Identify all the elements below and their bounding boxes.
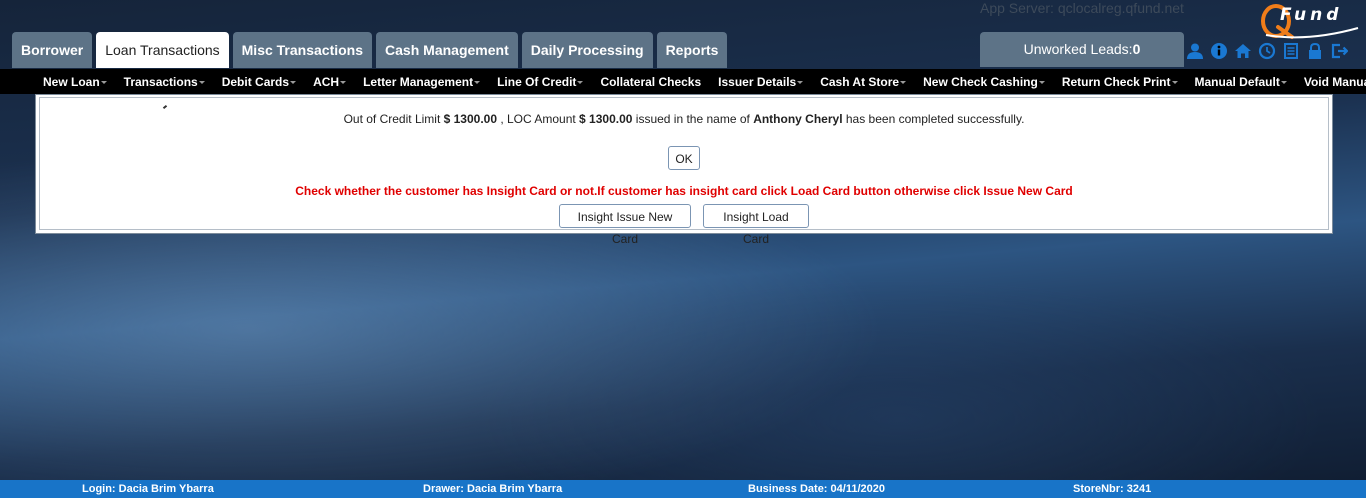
- tab-reports[interactable]: Reports: [656, 32, 728, 68]
- lock-icon[interactable]: [1306, 42, 1324, 60]
- footer-store-number: StoreNbr: 3241: [1073, 483, 1152, 495]
- insight-card-warning: Check whether the customer has Insight C…: [295, 184, 1073, 198]
- submenu-return-check-print-label: Return Check Print: [1061, 74, 1171, 89]
- submenu-letter-management-label: Letter Management: [363, 74, 474, 89]
- submenu-cash-at-store-label: Cash At Store: [820, 74, 900, 89]
- tab-loan-transactions[interactable]: Loan Transactions: [96, 32, 229, 68]
- message-text: Out of Credit Limit: [343, 112, 444, 126]
- document-icon[interactable]: [1282, 42, 1300, 60]
- tab-cash-management[interactable]: Cash Management: [376, 32, 518, 68]
- success-message: Out of Credit Limit $ 1300.00 , LOC Amou…: [40, 112, 1328, 126]
- footer-business-date: Business Date: 04/11/2020: [748, 483, 885, 495]
- confirmation-panel-frame: Out of Credit Limit $ 1300.00 , LOC Amou…: [39, 97, 1329, 246]
- chevron-down-icon: [797, 80, 804, 84]
- info-icon[interactable]: [1210, 42, 1228, 60]
- submenu-ach[interactable]: ACH: [313, 74, 347, 89]
- chevron-down-icon: [198, 80, 205, 84]
- home-icon[interactable]: [1234, 42, 1252, 60]
- chevron-down-icon: [577, 80, 584, 84]
- message-text: issued in the name of: [632, 112, 754, 126]
- chevron-down-icon: [1038, 80, 1045, 84]
- submenu-new-loan[interactable]: New Loan: [43, 75, 107, 89]
- submenu-return-check-print[interactable]: Return Check Print: [1062, 75, 1178, 89]
- credit-limit-value: $ 1300.00: [443, 112, 497, 126]
- submenu-cash-at-store[interactable]: Cash At Store: [820, 74, 907, 89]
- unworked-leads-count: 0: [1132, 41, 1141, 57]
- clock-icon[interactable]: [1258, 42, 1276, 60]
- chevron-down-icon: [1171, 80, 1178, 84]
- submenu-line-of-credit[interactable]: Line Of Credit: [497, 74, 584, 89]
- submenu-debit-cards[interactable]: Debit Cards: [221, 74, 297, 89]
- unworked-leads[interactable]: Unworked Leads:0: [980, 32, 1184, 67]
- submenu-new-loan-label: New Loan: [43, 74, 100, 89]
- submenu-debit-cards-label: Debit Cards: [221, 74, 290, 89]
- message-text: , LOC Amount: [497, 112, 580, 126]
- stray-mark: [162, 104, 168, 110]
- submenu-void-manual-default[interactable]: Void Manual Default: [1304, 75, 1366, 89]
- submenu-issuer-details-label: Issuer Details: [718, 74, 797, 89]
- submenu-manual-default[interactable]: Manual Default: [1195, 75, 1287, 89]
- chevron-down-icon: [474, 80, 481, 84]
- submenu-void-manual-default-label: Void Manual Default: [1303, 74, 1366, 89]
- insight-load-card-button[interactable]: Insight Load Card: [703, 204, 809, 246]
- loc-amount-value: $ 1300.00: [579, 112, 633, 126]
- submenu-new-check-cashing[interactable]: New Check Cashing: [923, 75, 1045, 89]
- header-icon-bar: [1186, 42, 1348, 60]
- tab-misc-transactions[interactable]: Misc Transactions: [232, 32, 373, 68]
- chevron-down-icon: [1280, 80, 1287, 84]
- submenu-ach-label: ACH: [313, 74, 340, 89]
- customer-name: Anthony Cheryl: [753, 112, 843, 126]
- submenu-letter-management[interactable]: Letter Management: [363, 74, 481, 89]
- submenu-transactions-label: Transactions: [123, 74, 198, 89]
- sub-navigation: New Loan Transactions Debit Cards ACH Le…: [0, 69, 1366, 94]
- tab-daily-processing[interactable]: Daily Processing: [521, 32, 653, 68]
- app-server-label: App Server: qclocalreg.qfund.net: [980, 0, 1184, 16]
- tab-borrower[interactable]: Borrower: [12, 32, 93, 68]
- logout-icon[interactable]: [1330, 42, 1348, 60]
- submenu-collateral-checks[interactable]: Collateral Checks: [600, 75, 701, 89]
- footer-drawer: Drawer: Dacia Brim Ybarra: [423, 483, 563, 495]
- confirmation-panel: Out of Credit Limit $ 1300.00 , LOC Amou…: [35, 94, 1333, 246]
- unworked-leads-label: Unworked Leads:: [1023, 41, 1133, 57]
- insight-issue-new-card-button[interactable]: Insight Issue New Card: [559, 204, 691, 246]
- message-text: has been completed successfully.: [842, 112, 1025, 126]
- footer-login: Login: Dacia Brim Ybarra: [82, 483, 214, 495]
- submenu-collateral-checks-label: Collateral Checks: [600, 74, 702, 89]
- main-tabs: Borrower Loan Transactions Misc Transact…: [12, 32, 728, 68]
- submenu-issuer-details[interactable]: Issuer Details: [718, 74, 804, 89]
- submenu-line-of-credit-label: Line Of Credit: [497, 74, 577, 89]
- ok-button[interactable]: OK: [668, 146, 700, 170]
- submenu-new-check-cashing-label: New Check Cashing: [923, 74, 1038, 89]
- user-icon[interactable]: [1186, 42, 1204, 60]
- status-footer: Login: Dacia Brim Ybarra Drawer: Dacia B…: [0, 480, 1366, 498]
- submenu-transactions[interactable]: Transactions: [124, 75, 205, 89]
- qfund-logo: Fund: [1258, 2, 1362, 40]
- submenu-manual-default-label: Manual Default: [1194, 74, 1280, 89]
- chevron-down-icon: [900, 80, 907, 84]
- chevron-down-icon: [290, 80, 297, 84]
- chevron-down-icon: [340, 80, 347, 84]
- chevron-down-icon: [100, 80, 107, 84]
- logo-text: Fund: [1280, 5, 1343, 25]
